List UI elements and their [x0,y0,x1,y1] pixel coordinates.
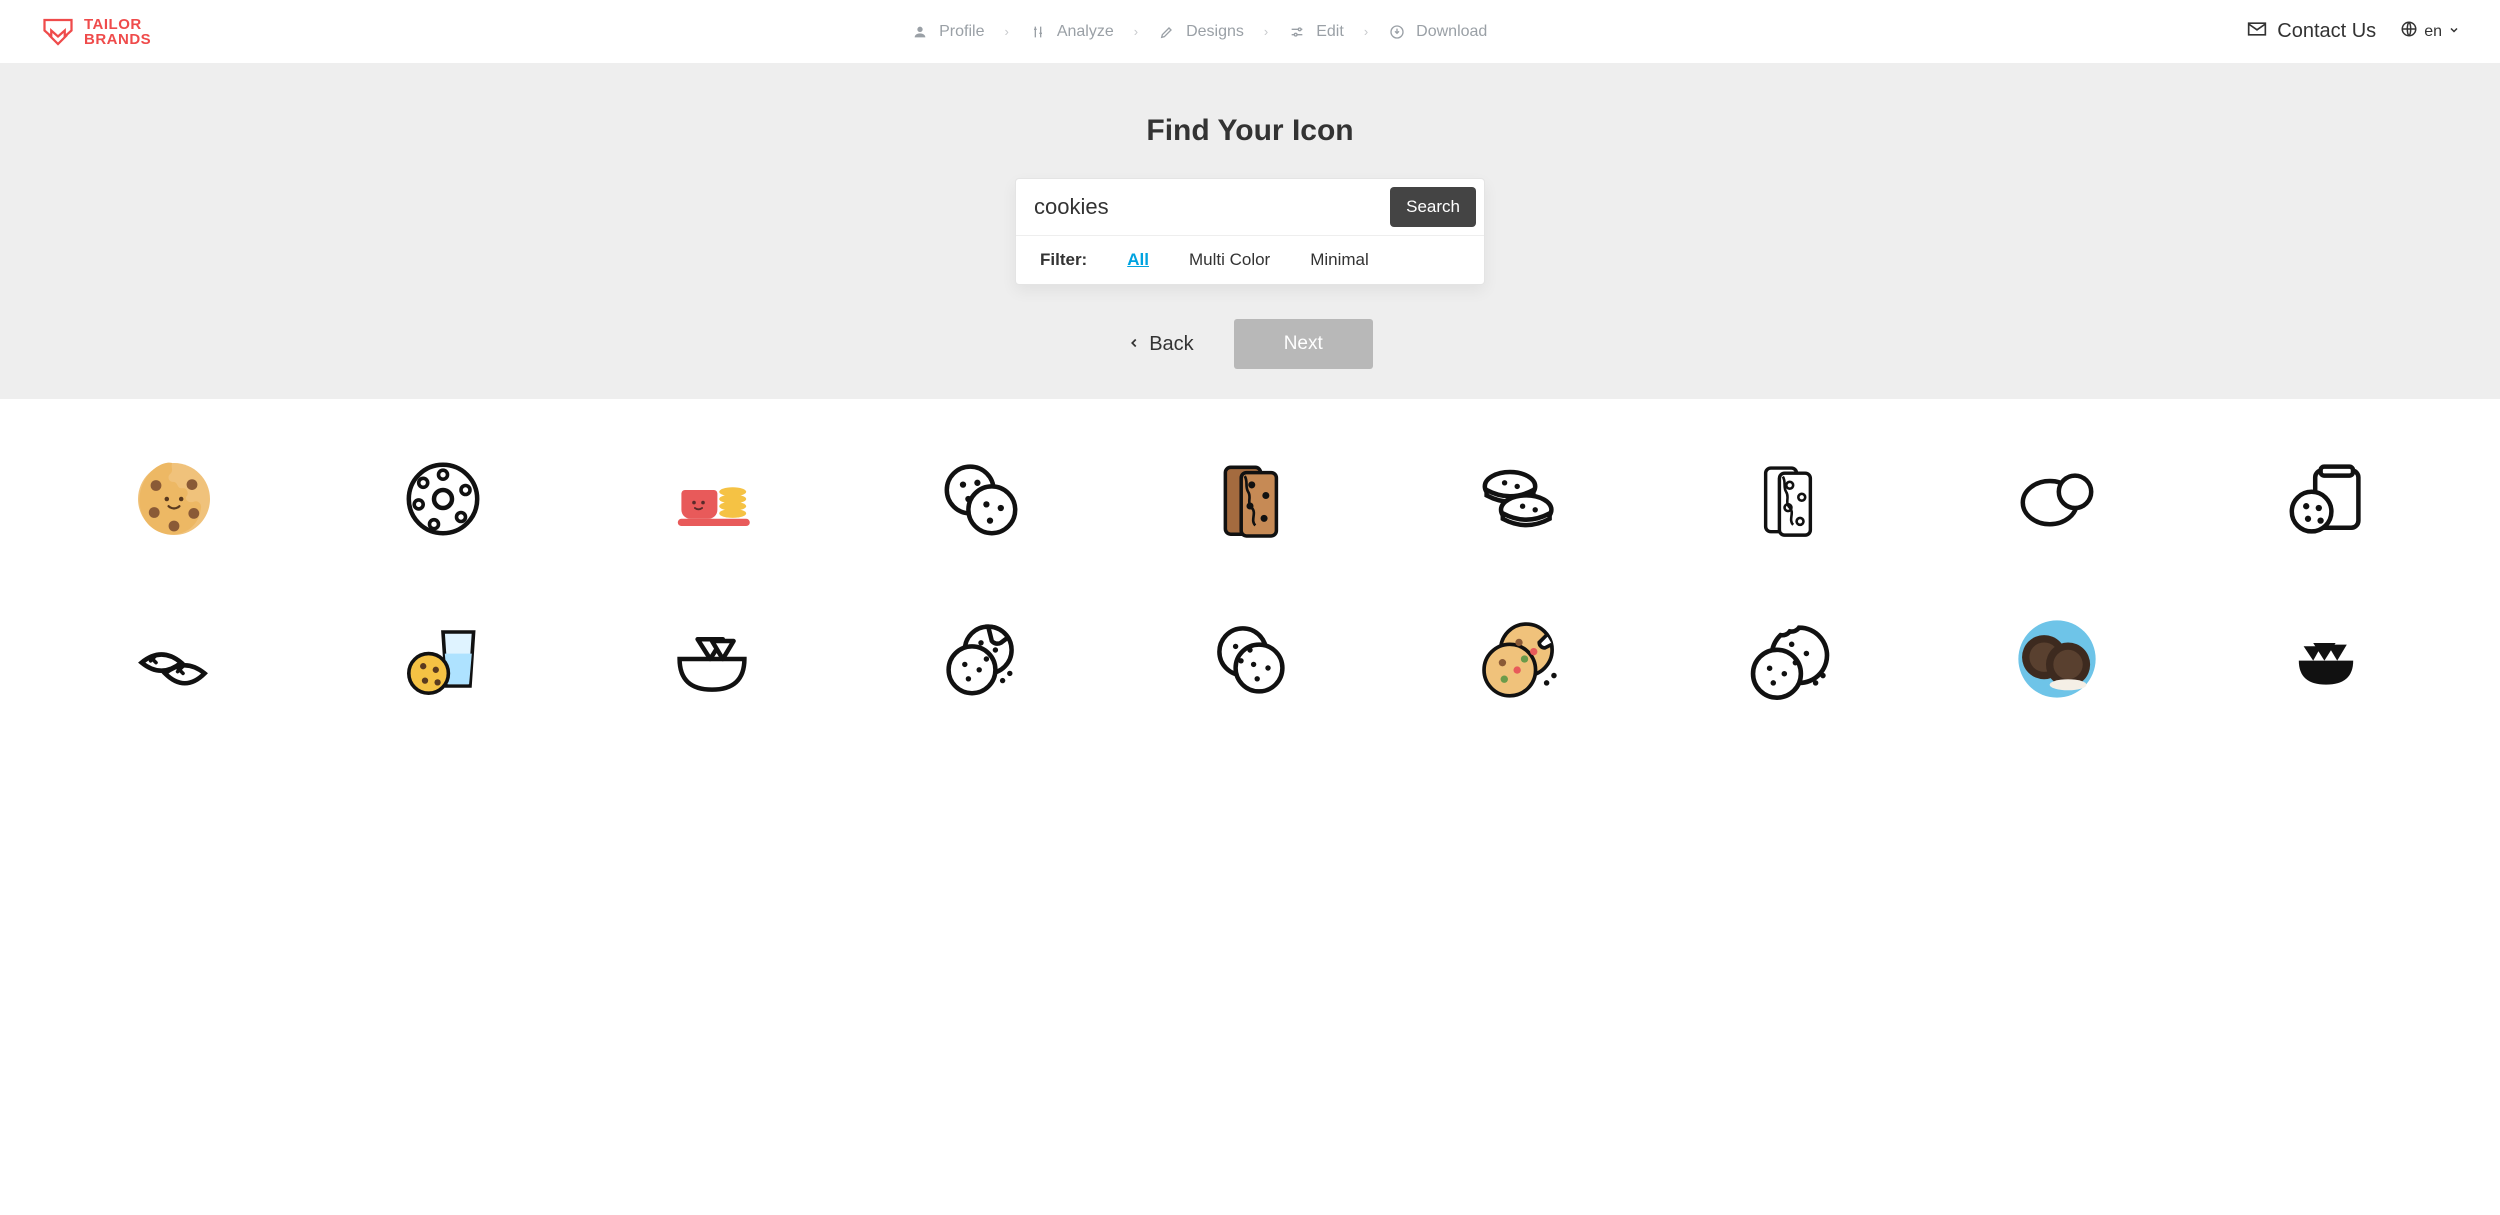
cookie-icon [2012,454,2102,544]
filter-label: Filter: [1040,250,1087,270]
search-button[interactable]: Search [1390,187,1476,227]
step-label: Edit [1316,23,1344,41]
back-label: Back [1149,333,1193,356]
brand-name-bottom: BRANDS [84,32,151,47]
page-title: Find Your Icon [0,114,2500,148]
cookie-icon [398,454,488,544]
sliders-icon [1288,23,1306,41]
chevron-right-icon: › [1126,24,1146,39]
cookie-icon [1742,613,1834,705]
chevron-down-icon [2448,23,2460,41]
cookie-icon [2011,613,2103,705]
cookie-icon [129,454,219,544]
icon-results [0,399,2500,759]
nav-buttons: Back Next [0,319,2500,369]
cookie-icon [667,614,757,704]
pencil-icon [1158,23,1176,41]
cookie-icon [1205,614,1295,704]
cookie-icon [1473,613,1565,705]
icon-oreo-cookies-color[interactable] [2007,609,2107,709]
chevron-right-icon: › [996,24,1016,39]
cookie-icon [2281,454,2371,544]
icon-cookie-bite-outline[interactable] [1738,609,1838,709]
language-code: en [2424,23,2442,41]
cookie-icon [1745,456,1831,542]
logo-icon [40,14,76,50]
cookie-icon [1474,454,1564,544]
icon-cup-and-cookies-color[interactable] [662,449,762,549]
brand-name: TAILOR BRANDS [84,17,151,47]
chevron-left-icon [1127,333,1141,356]
icon-cookies-simple-outline[interactable] [2007,449,2107,549]
icon-cookie-bars-color[interactable] [1200,449,1300,549]
top-header: TAILOR BRANDS Profile › Analyze › Design… [0,0,2500,64]
download-icon [1388,23,1406,41]
brand-name-top: TAILOR [84,17,151,32]
icon-chips-bowl-outline[interactable] [662,609,762,709]
icon-nacho-bowl-solid[interactable] [2276,609,2376,709]
chevron-right-icon: › [1256,24,1276,39]
step-label: Analyze [1057,23,1114,41]
filter-minimal[interactable]: Minimal [1310,250,1369,270]
step-edit[interactable]: Edit [1282,23,1350,41]
chevron-right-icon: › [1356,24,1376,39]
icon-cookies-dots-outline[interactable] [931,609,1031,709]
icon-cookie-donut-outline[interactable] [393,449,493,549]
search-row: Search [1016,179,1484,235]
step-label: Profile [939,23,984,41]
step-label: Download [1416,23,1487,41]
brand-logo[interactable]: TAILOR BRANDS [40,14,151,50]
step-download[interactable]: Download [1382,23,1493,41]
step-analyze[interactable]: Analyze [1023,23,1120,41]
icon-chocolate-chip-color[interactable] [1469,609,1569,709]
user-icon [911,23,929,41]
header-right: Contact Us en [2247,19,2460,45]
contact-us-link[interactable]: Contact Us [2247,19,2376,45]
icon-cookies-pair-outline[interactable] [931,449,1031,549]
icon-search-input[interactable] [1030,188,1390,226]
icon-grid [60,449,2440,709]
filter-all[interactable]: All [1127,250,1149,270]
search-card: Search Filter: All Multi Color Minimal [1015,178,1485,285]
filter-row: Filter: All Multi Color Minimal [1016,235,1484,284]
cookie-icon [398,614,488,704]
globe-icon [2400,20,2418,43]
icon-fortune-cookies-outline[interactable] [124,609,224,709]
envelope-icon [2247,19,2267,45]
icon-sandwich-cookies-outline[interactable] [1469,449,1569,549]
contact-label: Contact Us [2277,20,2376,43]
icon-cookie-and-milk-color[interactable] [393,609,493,709]
language-selector[interactable]: en [2400,20,2460,43]
step-label: Designs [1186,23,1244,41]
cookie-icon [936,614,1026,704]
step-designs[interactable]: Designs [1152,23,1250,41]
cookie-icon [936,454,1026,544]
next-button[interactable]: Next [1234,319,1373,369]
analyze-icon [1029,23,1047,41]
step-profile[interactable]: Profile [905,23,990,41]
cookie-icon [667,454,757,544]
back-button[interactable]: Back [1127,333,1193,356]
cookie-icon [129,614,219,704]
cookie-icon [2286,619,2366,699]
icon-cookie-jar-outline[interactable] [2276,449,2376,549]
progress-steps: Profile › Analyze › Designs › Edit › [905,23,1493,41]
icon-cookie-bars-outline[interactable] [1738,449,1838,549]
hero-section: Find Your Icon Search Filter: All Multi … [0,64,2500,399]
icon-cookies-stacked-outline[interactable] [1200,609,1300,709]
filter-multicolor[interactable]: Multi Color [1189,250,1270,270]
icon-cookie-cartoon-color[interactable] [124,449,224,549]
cookie-icon [1206,455,1294,543]
